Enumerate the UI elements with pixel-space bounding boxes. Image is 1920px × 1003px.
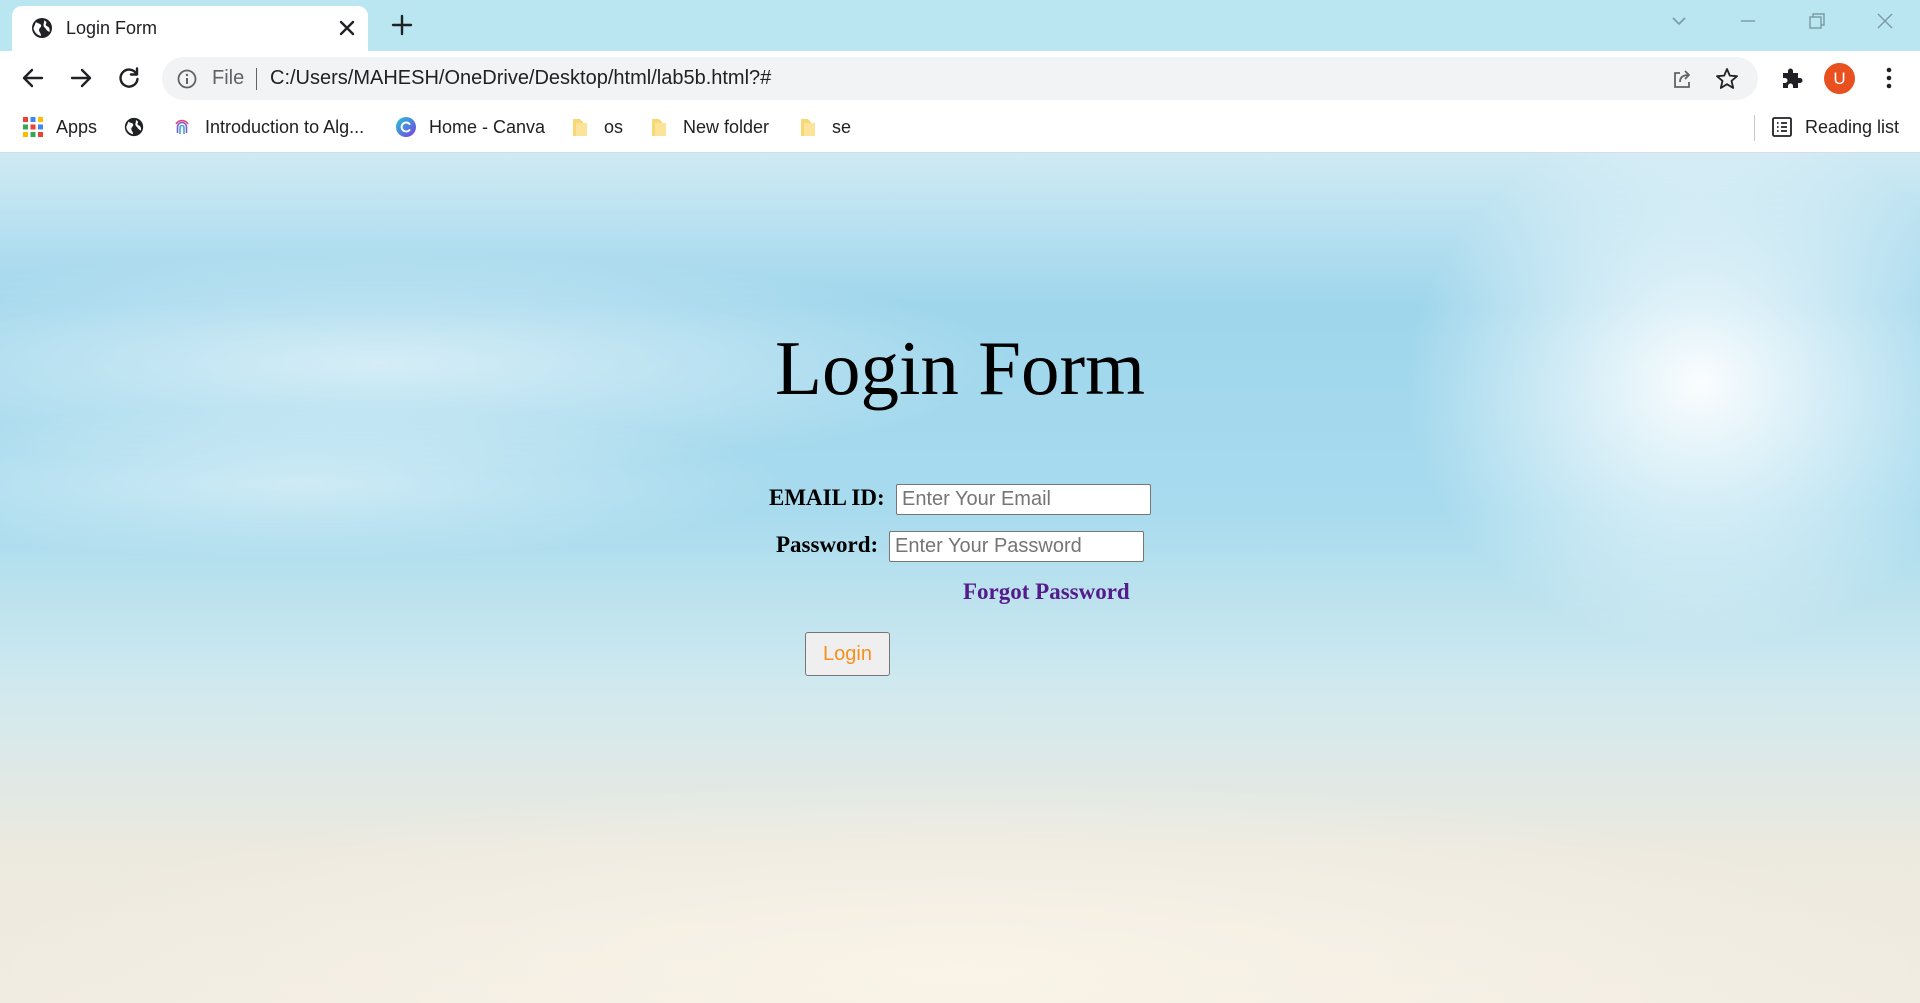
- browser-toolbar: File C:/Users/MAHESH/OneDrive/Desktop/ht…: [0, 51, 1920, 105]
- page-title: Login Form: [774, 325, 1146, 411]
- bookmark-label: Home - Canva: [429, 116, 546, 137]
- tab-title: Login Form: [66, 18, 158, 38]
- bookmark-introduction-to-alg[interactable]: Introduction to Alg...: [171, 105, 364, 149]
- close-window-icon[interactable]: [1874, 10, 1896, 32]
- url-text[interactable]: C:/Users/MAHESH/OneDrive/Desktop/html/la…: [270, 57, 771, 100]
- bookmark-folder-new-folder[interactable]: New folder: [649, 105, 769, 149]
- close-tab-icon[interactable]: [337, 18, 357, 38]
- bookmark-label: os: [604, 116, 624, 137]
- folder-icon: [573, 119, 587, 136]
- back-arrow-icon[interactable]: [20, 65, 46, 91]
- forward-arrow-icon[interactable]: [68, 65, 94, 91]
- bookmark-label: Introduction to Alg...: [205, 116, 365, 137]
- extensions-puzzle-icon[interactable]: [1779, 65, 1805, 91]
- folder-icon: [801, 119, 815, 136]
- share-icon[interactable]: [1670, 67, 1694, 91]
- kebab-menu-icon[interactable]: [1876, 65, 1902, 91]
- minimize-icon[interactable]: [1737, 10, 1759, 32]
- bookmark-label: New folder: [683, 116, 770, 137]
- new-tab-icon[interactable]: [390, 13, 414, 37]
- bookmark-folder-se[interactable]: se: [798, 105, 851, 149]
- url-scheme: File: [212, 67, 245, 89]
- apps-grid-icon: [23, 117, 43, 137]
- page-content: Login Form EMAIL ID: Password: Forgot Pa…: [0, 153, 1920, 1003]
- profile-avatar[interactable]: U: [1824, 63, 1855, 94]
- bookmark-apps[interactable]: Apps: [22, 105, 97, 149]
- bookmark-home-canva[interactable]: Home - Canva: [395, 105, 545, 149]
- bookmark-label: se: [832, 116, 852, 137]
- info-icon[interactable]: [176, 68, 198, 90]
- bookmark-star-icon[interactable]: [1714, 66, 1740, 92]
- email-input[interactable]: [896, 484, 1151, 515]
- reading-list-icon: [1772, 117, 1792, 137]
- fingerprint-icon: [175, 119, 189, 134]
- url-separator: [256, 68, 257, 90]
- tab-search-icon[interactable]: [1668, 10, 1690, 32]
- globe-icon: [32, 18, 52, 38]
- bookmarks-bar: Apps Introduction to Alg... Home - Canva…: [0, 105, 1920, 153]
- canva-icon: [396, 117, 416, 137]
- reload-icon[interactable]: [116, 65, 142, 91]
- forgot-password-link[interactable]: Forgot Password: [963, 577, 1130, 607]
- restore-icon[interactable]: [1806, 10, 1828, 32]
- bookmarks-divider: [1754, 115, 1755, 141]
- bookmark-label: Apps: [56, 116, 98, 137]
- bookmark-folder-os[interactable]: os: [570, 105, 623, 149]
- reading-list-button[interactable]: Reading list: [1771, 105, 1899, 149]
- bookmark-globe[interactable]: [123, 105, 157, 149]
- email-label: EMAIL ID:: [769, 485, 885, 510]
- reading-list-label: Reading list: [1805, 116, 1900, 137]
- tab-strip: Login Form: [0, 0, 1920, 51]
- password-label: Password:: [776, 532, 879, 557]
- address-bar[interactable]: File C:/Users/MAHESH/OneDrive/Desktop/ht…: [162, 57, 1758, 100]
- login-button[interactable]: Login: [805, 632, 890, 676]
- password-input[interactable]: [889, 531, 1144, 562]
- folder-icon: [652, 119, 666, 136]
- globe-icon: [124, 117, 144, 137]
- tab-login-form[interactable]: Login Form: [12, 6, 368, 51]
